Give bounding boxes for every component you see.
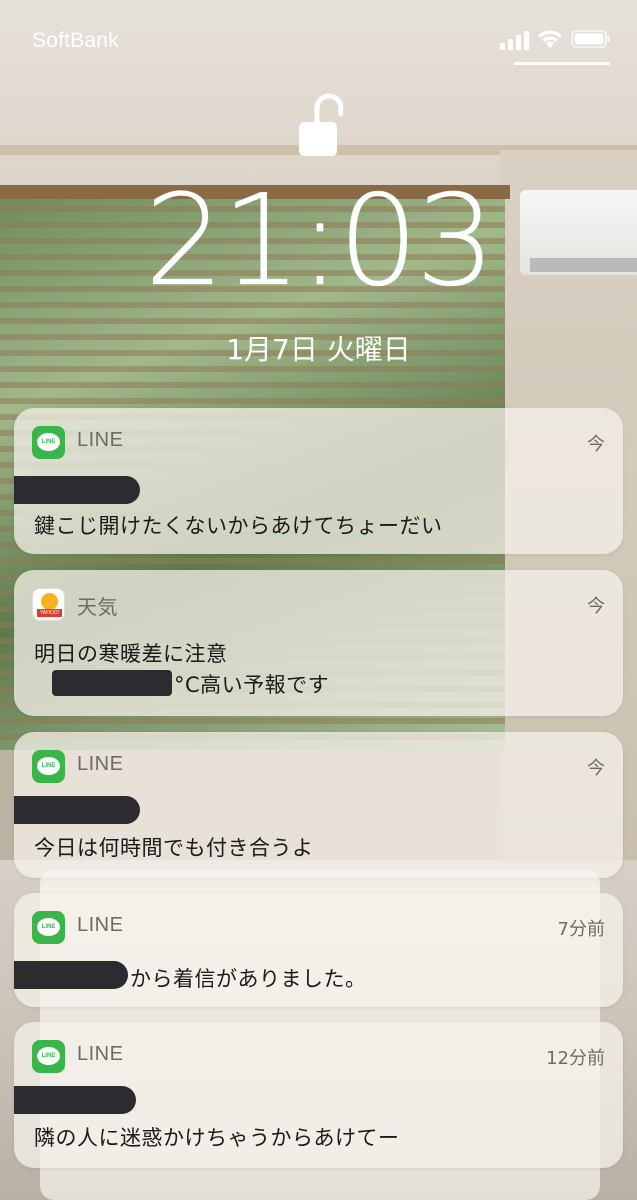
redacted-sender <box>14 1086 136 1114</box>
notification-weather[interactable]: YAHOO! 天気 今 明日の寒暖差に注意 °C高い予報です <box>14 570 623 716</box>
notification-time: 今 <box>587 596 605 617</box>
app-name: LINE <box>77 914 124 936</box>
notification-header: LINE LINE 7分前 <box>32 911 605 945</box>
cellular-signal-icon <box>500 31 529 50</box>
notification-line-1[interactable]: LINE LINE 今 鍵こじ開けたくないからあけてちょーだい <box>14 408 623 554</box>
notification-line-4[interactable]: LINE LINE 12分前 隣の人に迷惑かけちゃうからあけてー <box>14 1022 623 1168</box>
line-app-icon: LINE <box>32 426 65 459</box>
notification-time: 今 <box>587 758 605 779</box>
notification-title: 明日の寒暖差に注意 <box>34 642 228 666</box>
carrier-label: SoftBank <box>32 29 119 52</box>
wifi-icon <box>538 30 562 48</box>
unlocked-padlock-icon <box>299 93 343 156</box>
notification-header: LINE LINE 今 <box>32 426 605 460</box>
notification-message: 鍵こじ開けたくないからあけてちょーだい <box>34 514 443 538</box>
app-name: LINE <box>77 429 124 451</box>
status-bar: SoftBank <box>0 0 637 80</box>
redacted-value <box>52 670 172 696</box>
weather-app-icon: YAHOO! <box>32 588 65 621</box>
notification-message: 隣の人に迷惑かけちゃうからあけてー <box>34 1126 400 1150</box>
notification-header: LINE LINE 12分前 <box>32 1040 605 1074</box>
notification-line-3[interactable]: LINE LINE 7分前 から着信がありました。 <box>14 893 623 1007</box>
notification-time: 7分前 <box>557 919 605 940</box>
notification-message: 今日は何時間でも付き合うよ <box>34 836 314 860</box>
notification-line-2[interactable]: LINE LINE 今 今日は何時間でも付き合うよ <box>14 732 623 878</box>
control-center-indicator[interactable] <box>514 62 610 65</box>
redacted-caller <box>14 961 128 989</box>
notification-time: 12分前 <box>546 1048 605 1069</box>
app-name: LINE <box>77 1043 124 1065</box>
line-app-icon: LINE <box>32 1040 65 1073</box>
notification-time: 今 <box>587 434 605 455</box>
notification-message: °C高い予報です <box>174 673 330 697</box>
line-app-icon: LINE <box>32 750 65 783</box>
redacted-sender <box>14 476 140 504</box>
line-app-icon: LINE <box>32 911 65 944</box>
app-name: LINE <box>77 753 124 775</box>
battery-icon <box>571 30 610 48</box>
notification-header: YAHOO! 天気 今 <box>32 588 605 622</box>
notification-header: LINE LINE 今 <box>32 750 605 784</box>
clock-time: 21:03 <box>144 167 496 314</box>
redacted-sender <box>14 796 140 824</box>
notification-message: から着信がありました。 <box>130 967 367 991</box>
app-name: 天気 <box>77 597 118 619</box>
clock-date: 1月7日 火曜日 <box>226 333 411 366</box>
